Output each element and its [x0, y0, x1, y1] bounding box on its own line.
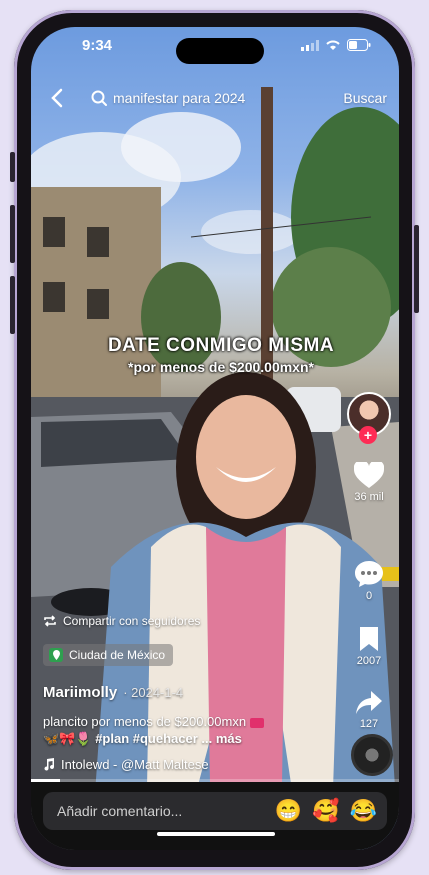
bookmark-icon — [360, 627, 378, 651]
follow-button[interactable]: + — [359, 426, 377, 444]
search-icon — [91, 90, 107, 106]
sound-info[interactable]: Intolewd - @Matt Maltese — [43, 757, 209, 772]
username[interactable]: Mariimolly — [43, 684, 117, 701]
share-icon — [356, 691, 382, 714]
share-count: 127 — [359, 718, 379, 730]
music-disc[interactable] — [351, 734, 393, 776]
sound-label: Intolewd - @Matt Maltese — [61, 757, 209, 772]
laughing-emoji-button[interactable]: 😂 — [350, 800, 377, 822]
music-note-icon — [44, 758, 55, 771]
volume-up-button — [10, 205, 15, 263]
status-icons — [301, 39, 371, 51]
location-chip[interactable]: Ciudad de México — [43, 644, 174, 666]
author-line: Mariimolly · 2024-1-4 — [43, 684, 183, 701]
search-bar: manifestar para 2024 Buscar — [43, 83, 389, 113]
search-button[interactable]: Buscar — [343, 90, 387, 106]
share-with-followers[interactable]: Compartir con seguidores — [43, 614, 200, 628]
save-button[interactable]: 2007 — [339, 625, 399, 667]
comment-placeholder: Añadir comentario... — [57, 803, 183, 819]
search-query: manifestar para 2024 — [113, 90, 246, 106]
share-button[interactable]: 127 — [339, 690, 399, 730]
post-description[interactable]: plancito por menos de $200.00mxn 🦋🎀🌷 #pl… — [43, 713, 333, 747]
video-caption-title: DATE CONMIGO MISMA — [107, 335, 335, 356]
back-button[interactable] — [43, 84, 71, 112]
home-indicator — [157, 832, 275, 836]
volume-down-button — [10, 276, 15, 334]
envelope-emoji-icon — [249, 717, 264, 728]
battery-icon — [347, 39, 371, 51]
post-date: · 2024-1-4 — [123, 685, 184, 700]
dynamic-island — [176, 38, 264, 64]
status-time: 9:34 — [82, 37, 113, 54]
signal-icon — [301, 39, 319, 51]
back-icon — [51, 88, 63, 108]
video-caption-subtitle: *por menos de $200.00mxn* — [128, 359, 314, 375]
location-icon — [49, 648, 63, 662]
comment-bar: Añadir comentario... 😁 🥰 😂 — [31, 782, 399, 850]
comment-count: 0 — [365, 590, 373, 602]
search-input[interactable]: manifestar para 2024 — [91, 90, 343, 106]
comment-icon — [355, 561, 383, 587]
wifi-icon — [326, 40, 340, 50]
heart-icon — [354, 462, 384, 488]
power-button — [414, 225, 419, 313]
action-button — [10, 152, 15, 182]
description-hashtags[interactable]: #plan #quehacer — [95, 731, 198, 746]
see-more-link[interactable]: ... más — [201, 731, 241, 746]
description-text: plancito por menos de $200.00mxn — [43, 714, 247, 729]
like-button[interactable]: 36 mil — [339, 462, 399, 503]
like-count: 36 mil — [354, 491, 384, 503]
hearts-emoji-button[interactable]: 🥰 — [312, 800, 339, 822]
butterfly-emoji-icon: 🦋🎀🌷 — [43, 731, 92, 746]
screen: 9:34 manifestar para 2024 Buscar DATE CO… — [31, 27, 399, 850]
location-label: Ciudad de México — [69, 648, 166, 662]
comment-input[interactable]: Añadir comentario... 😁 🥰 😂 — [43, 792, 387, 830]
save-count: 2007 — [356, 655, 382, 667]
share-with-followers-label: Compartir con seguidores — [63, 614, 201, 628]
grinning-emoji-button[interactable]: 😁 — [275, 800, 302, 822]
repost-icon — [44, 615, 56, 627]
comment-button[interactable]: 0 — [339, 560, 399, 602]
